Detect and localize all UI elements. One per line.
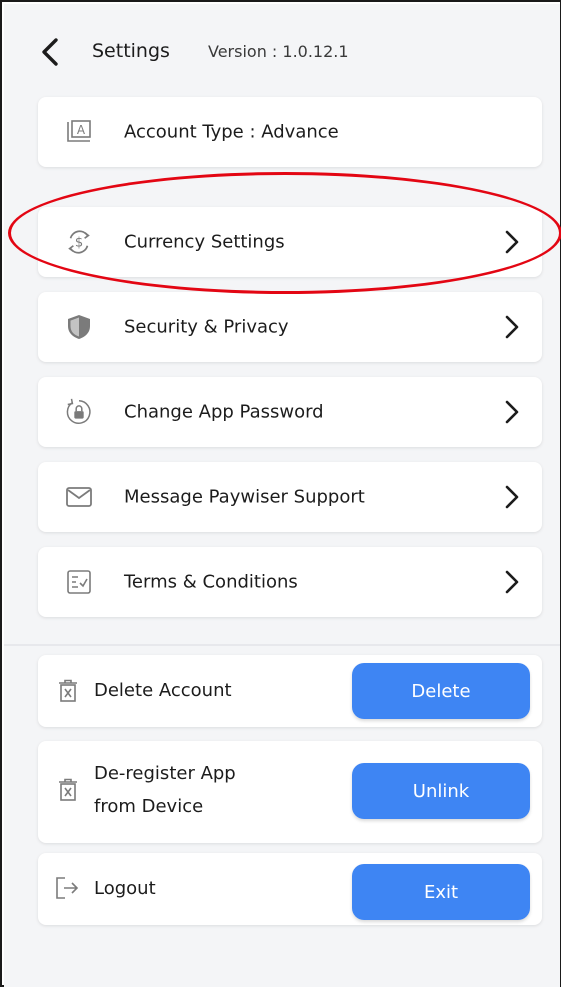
chevron-right-icon: [505, 230, 519, 254]
logout-row: Logout Exit: [38, 853, 542, 925]
page-title: Settings: [92, 40, 170, 62]
chevron-right-icon: [505, 315, 519, 339]
terms-document-icon: [64, 567, 94, 597]
security-privacy-item[interactable]: Security & Privacy: [38, 292, 542, 362]
header: Settings Version : 1.0.12.1: [4, 4, 560, 100]
currency-settings-label: Currency Settings: [124, 231, 285, 253]
chevron-right-icon: [505, 485, 519, 509]
delete-account-label: Delete Account: [94, 680, 232, 701]
account-type-row: A Account Type : Advance: [38, 97, 542, 167]
svg-text:A: A: [77, 123, 86, 137]
settings-screen: Settings Version : 1.0.12.1 A Account Ty…: [4, 4, 560, 987]
deregister-label-line2: from Device: [94, 796, 204, 817]
shield-icon: [64, 312, 94, 342]
change-password-item[interactable]: Change App Password: [38, 377, 542, 447]
phone-frame: Settings Version : 1.0.12.1 A Account Ty…: [0, 0, 561, 987]
svg-text:$: $: [75, 236, 83, 251]
currency-settings-item[interactable]: $ Currency Settings: [38, 207, 542, 277]
trash-icon: [59, 679, 77, 702]
unlink-button[interactable]: Unlink: [352, 763, 530, 819]
deregister-row: De-register App from Device Unlink: [38, 741, 542, 843]
trash-icon: [59, 778, 77, 801]
account-type-label: Account Type : Advance: [124, 121, 339, 143]
delete-account-row: Delete Account Delete: [38, 655, 542, 727]
account-type-icon: A: [64, 117, 94, 147]
chevron-right-icon: [505, 400, 519, 424]
section-divider: [4, 644, 560, 646]
delete-button[interactable]: Delete: [352, 663, 530, 719]
terms-conditions-item[interactable]: Terms & Conditions: [38, 547, 542, 617]
message-support-label: Message Paywiser Support: [124, 486, 365, 508]
message-support-item[interactable]: Message Paywiser Support: [38, 462, 542, 532]
deregister-label-line1: De-register App: [94, 763, 236, 784]
lock-refresh-icon: [64, 397, 94, 427]
envelope-icon: [64, 482, 94, 512]
change-password-label: Change App Password: [124, 401, 324, 423]
currency-exchange-icon: $: [64, 227, 94, 257]
chevron-left-icon[interactable]: [36, 32, 66, 72]
exit-button[interactable]: Exit: [352, 864, 530, 920]
chevron-right-icon: [505, 570, 519, 594]
version-label: Version : 1.0.12.1: [208, 42, 349, 61]
terms-conditions-label: Terms & Conditions: [124, 571, 298, 593]
logout-label: Logout: [94, 878, 156, 899]
logout-icon: [56, 877, 79, 899]
security-privacy-label: Security & Privacy: [124, 316, 289, 338]
